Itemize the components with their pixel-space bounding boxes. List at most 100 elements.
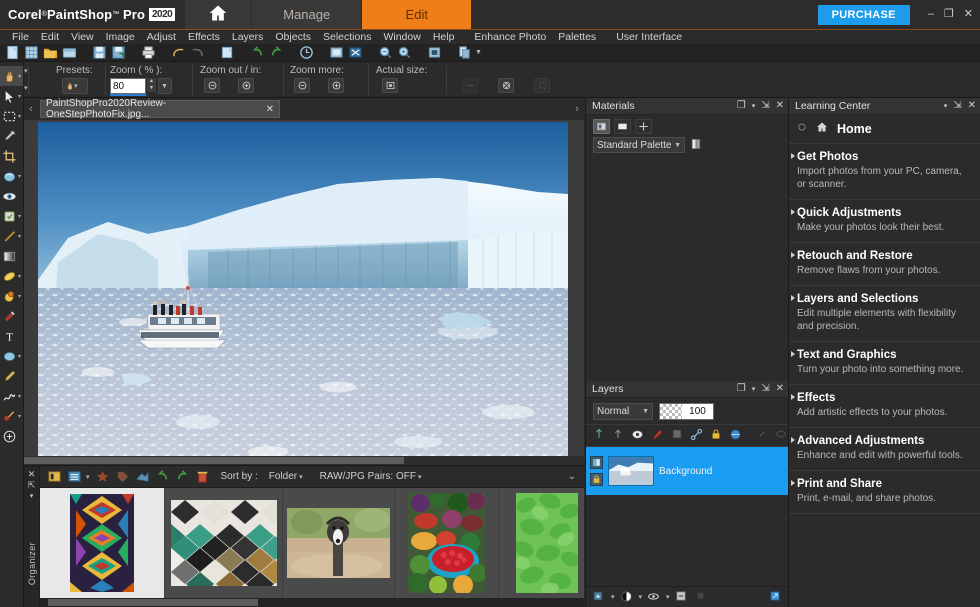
learning-item-get-photos[interactable]: Get Photos Import photos from your PC, c…: [789, 144, 980, 200]
back-icon[interactable]: [797, 122, 807, 135]
document-image[interactable]: [38, 122, 568, 460]
menu-effects[interactable]: Effects: [182, 31, 226, 43]
tool-burn[interactable]: ▾: [0, 286, 23, 306]
menu-enhance-photo[interactable]: Enhance Photo: [468, 31, 552, 43]
tab-manage[interactable]: Manage: [251, 0, 361, 29]
delete-layer-icon[interactable]: [671, 428, 683, 443]
menu-edit[interactable]: Edit: [35, 31, 65, 43]
thumbnail-textile-pattern[interactable]: [40, 488, 165, 598]
pin-icon[interactable]: ⇲: [761, 384, 769, 394]
close-icon[interactable]: ✕: [28, 469, 36, 480]
zoom-out-button[interactable]: [204, 78, 220, 93]
tool-dodge[interactable]: ▾: [0, 266, 23, 286]
zoom-in-icon[interactable]: [397, 45, 412, 60]
layer-properties-icon[interactable]: [729, 428, 742, 443]
tool-preview-chevron-down-icon[interactable]: ▾: [24, 67, 28, 75]
learning-item-effects[interactable]: Effects Add artistic effects to your pho…: [789, 385, 980, 428]
tool-pick[interactable]: ▾: [0, 86, 23, 106]
zoom-in-button[interactable]: [238, 78, 254, 93]
swatch-tab-icon[interactable]: [635, 119, 652, 134]
tool-pick-chevron-down-icon[interactable]: ▾: [18, 93, 21, 100]
document-tab[interactable]: PaintShopPro2020Review-OneStepPhotoFix.j…: [40, 100, 280, 118]
show-list-chevron-down-icon[interactable]: ▾: [86, 473, 90, 481]
copy-paste-chevron-down-icon[interactable]: ▼: [475, 49, 482, 56]
menu-help[interactable]: Help: [427, 31, 461, 43]
tool-dodge-chevron-down-icon[interactable]: ▾: [18, 273, 21, 280]
tool-smart-clone-chevron-down-icon[interactable]: ▾: [18, 173, 21, 180]
tool-pen[interactable]: [0, 366, 23, 386]
menu-layers[interactable]: Layers: [226, 31, 270, 43]
rotate-left-icon[interactable]: [155, 469, 170, 484]
menu-window[interactable]: Window: [377, 31, 426, 43]
rotate-right-icon[interactable]: [175, 469, 190, 484]
layer-lock-icon[interactable]: [590, 473, 603, 486]
new-layer-chevron-down-icon[interactable]: ▾: [611, 593, 615, 601]
close-icon[interactable]: ✕: [776, 101, 784, 111]
options-extra-button-1[interactable]: [462, 78, 478, 94]
visibility-icon[interactable]: [647, 590, 662, 605]
duplicate-icon[interactable]: [220, 45, 235, 60]
tool-smart-clone[interactable]: ▾: [0, 166, 23, 186]
browse-icon[interactable]: [62, 45, 77, 60]
zoom-more-out-button[interactable]: [294, 78, 310, 93]
undo-icon[interactable]: [250, 45, 265, 60]
palette-select[interactable]: Standard Palette ▼: [593, 137, 685, 153]
tool-shape[interactable]: ▾: [0, 346, 23, 366]
full-screen-icon[interactable]: [427, 45, 442, 60]
tool-crop[interactable]: [0, 146, 23, 166]
tool-pan-chevron-down-icon[interactable]: ▾: [18, 73, 21, 80]
tool-paint-brush[interactable]: [0, 306, 23, 326]
learning-item-advanced-adjustments[interactable]: Advanced Adjustments Enhance and edit wi…: [789, 428, 980, 471]
maximize-icon[interactable]: ❐: [737, 101, 746, 111]
menu-image[interactable]: Image: [100, 31, 141, 43]
tool-text[interactable]: T: [0, 326, 23, 346]
thumbnail-green-leaves[interactable]: [499, 488, 584, 598]
menu-adjust[interactable]: Adjust: [141, 31, 182, 43]
learning-item-print-and-share[interactable]: Print and Share Print, e-mail, and share…: [789, 471, 980, 514]
tool-dropper[interactable]: [0, 126, 23, 146]
tool-more[interactable]: [0, 426, 23, 446]
blend-mode-select[interactable]: Normal ▼: [593, 403, 653, 420]
organizer-expand-chevron-down-icon[interactable]: ⌄: [568, 471, 576, 482]
frame-tab-icon[interactable]: [593, 119, 610, 134]
save-as-icon[interactable]: [111, 45, 126, 60]
palette-swatch-book-icon[interactable]: [690, 138, 705, 153]
tool-arrow-chevron-down-icon[interactable]: ▾: [24, 84, 28, 92]
lock-icon[interactable]: [710, 428, 722, 443]
link-layers-icon[interactable]: [690, 428, 703, 443]
copy-paste-icon[interactable]: [457, 45, 472, 60]
learning-center-home-row[interactable]: Home: [789, 115, 980, 144]
redo-curve-icon[interactable]: [190, 45, 205, 60]
purchase-button[interactable]: PURCHASE: [818, 5, 910, 25]
layer-visibility-icon[interactable]: [590, 456, 603, 469]
thumbnail-vegetables[interactable]: [395, 488, 499, 598]
options-extra-button-3[interactable]: [534, 78, 550, 94]
maximize-icon[interactable]: ❐: [737, 384, 746, 394]
pin-icon[interactable]: ⇲: [953, 101, 961, 111]
zoom-input[interactable]: 80: [110, 78, 146, 94]
sort-by-dropdown[interactable]: Folder ▾: [269, 471, 303, 482]
canvas-workspace[interactable]: [24, 120, 584, 464]
learning-item-layers-and-selections[interactable]: Layers and Selections Edit multiple elem…: [789, 286, 980, 342]
trash-icon[interactable]: [695, 590, 710, 605]
layer-visibility-icon[interactable]: [775, 428, 787, 443]
close-icon[interactable]: ✕: [776, 384, 784, 394]
open-icon[interactable]: [43, 45, 58, 60]
new-art-media-layer-icon[interactable]: [651, 428, 664, 443]
chevron-down-icon[interactable]: ▾: [752, 103, 756, 110]
tool-pan[interactable]: ▾: [0, 66, 23, 86]
menu-selections[interactable]: Selections: [317, 31, 377, 43]
menu-user-interface[interactable]: User Interface: [610, 31, 688, 43]
organizer-thumbnail-strip[interactable]: [40, 488, 584, 598]
zoom-more-in-button[interactable]: [328, 78, 344, 93]
menu-objects[interactable]: Objects: [269, 31, 317, 43]
tool-makeover[interactable]: ▾: [0, 206, 23, 226]
menu-file[interactable]: File: [6, 31, 35, 43]
tag-icon[interactable]: [115, 469, 130, 484]
new-vector-layer-icon[interactable]: [612, 428, 624, 443]
tool-selection[interactable]: ▾: [0, 106, 23, 126]
thumbnail-diamond-tiles[interactable]: [165, 488, 283, 598]
tool-clone-brush-chevron-down-icon[interactable]: ▾: [18, 233, 21, 240]
close-icon[interactable]: ✕: [266, 104, 274, 115]
new-from-template-icon[interactable]: [24, 45, 39, 60]
